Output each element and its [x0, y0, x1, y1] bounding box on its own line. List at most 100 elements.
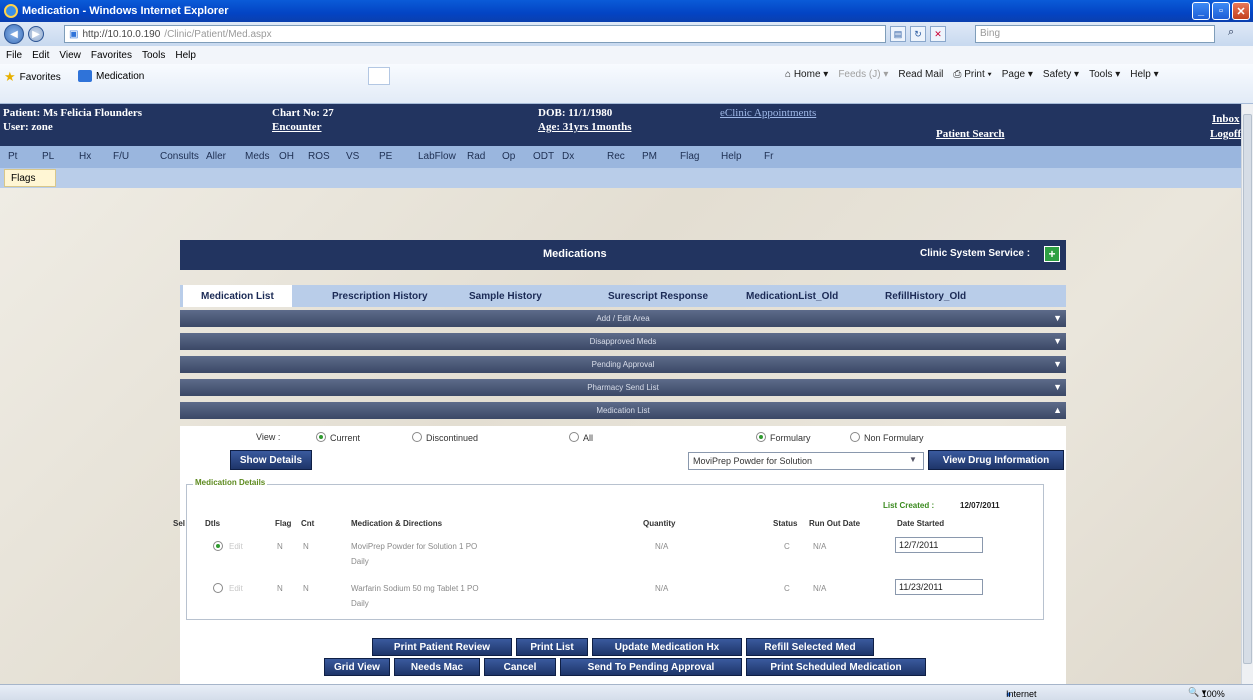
- forward-icon[interactable]: ▶: [28, 26, 44, 42]
- update-medication-hx-button[interactable]: Update Medication Hx: [592, 638, 742, 656]
- patient-search-link[interactable]: Patient Search: [936, 128, 1005, 140]
- tab-prescription-history[interactable]: Prescription History: [332, 291, 428, 302]
- grid-view-button[interactable]: Grid View: [324, 658, 390, 676]
- section-disapproved-meds[interactable]: Disapproved Meds ▼: [180, 333, 1066, 350]
- nav-hx[interactable]: Hx: [79, 151, 91, 162]
- cancel-button[interactable]: Cancel: [484, 658, 556, 676]
- nav-fu[interactable]: F/U: [113, 151, 129, 162]
- read-mail-command[interactable]: Read Mail: [898, 69, 943, 80]
- menu-file[interactable]: File: [6, 50, 22, 61]
- print-list-button[interactable]: Print List: [516, 638, 588, 656]
- refill-selected-med-button[interactable]: Refill Selected Med: [746, 638, 874, 656]
- home-command[interactable]: ⌂ Home ▾: [785, 69, 828, 80]
- nav-pl[interactable]: PL: [42, 151, 54, 162]
- nav-labflow[interactable]: LabFlow: [418, 151, 456, 162]
- browser-tab[interactable]: Medication: [78, 66, 358, 86]
- nav-meds[interactable]: Meds: [245, 151, 269, 162]
- back-icon[interactable]: ◀: [4, 24, 24, 44]
- url-path: /Clinic/Patient/Med.aspx: [164, 28, 272, 40]
- search-icon[interactable]: ⌕: [1228, 26, 1234, 39]
- nav-consults[interactable]: Consults: [160, 151, 199, 162]
- minimize-icon[interactable]: _: [1192, 2, 1210, 20]
- tools-command[interactable]: Tools ▾: [1089, 69, 1120, 80]
- refresh-icon[interactable]: ↻: [910, 26, 926, 42]
- menu-view[interactable]: View: [59, 50, 81, 61]
- nav-pe[interactable]: PE: [379, 151, 392, 162]
- page-command[interactable]: Page ▾: [1002, 69, 1033, 80]
- view-discontinued-radio[interactable]: [412, 432, 422, 442]
- nav-oh[interactable]: OH: [279, 151, 294, 162]
- date-started-field[interactable]: 11/23/2011: [895, 579, 983, 595]
- scrollbar-thumb[interactable]: [1243, 114, 1252, 664]
- date-started-field[interactable]: 12/7/2011: [895, 537, 983, 553]
- section-add-edit-area[interactable]: Add / Edit Area ▼: [180, 310, 1066, 327]
- favorites-button[interactable]: ★ Favorites: [4, 69, 61, 85]
- flags-tab[interactable]: Flags: [4, 169, 56, 187]
- row-edit-link[interactable]: Edit: [229, 584, 243, 593]
- nav-odt[interactable]: ODT: [533, 151, 554, 162]
- nav-aller[interactable]: Aller: [206, 151, 226, 162]
- safety-command[interactable]: Safety ▾: [1043, 69, 1079, 80]
- tab-medication-list[interactable]: Medication List: [183, 285, 292, 307]
- nav-op[interactable]: Op: [502, 151, 515, 162]
- print-scheduled-medication-button[interactable]: Print Scheduled Medication: [746, 658, 926, 676]
- menu-favorites[interactable]: Favorites: [91, 50, 132, 61]
- nav-fr[interactable]: Fr: [764, 151, 773, 162]
- send-to-pending-approval-button[interactable]: Send To Pending Approval: [560, 658, 742, 676]
- help-command[interactable]: Help ▾: [1130, 69, 1158, 80]
- print-command[interactable]: ⎙ Print ▾: [953, 69, 991, 80]
- formulary-radio[interactable]: [756, 432, 766, 442]
- non-formulary-label: Non Formulary: [864, 433, 924, 443]
- view-drug-information-button[interactable]: View Drug Information: [928, 450, 1064, 470]
- stop-icon[interactable]: ✕: [930, 26, 946, 42]
- nav-pm[interactable]: PM: [642, 151, 657, 162]
- logoff-link[interactable]: Logoff: [1210, 128, 1241, 140]
- search-input[interactable]: Bing: [975, 25, 1215, 43]
- encounter-link[interactable]: Encounter: [272, 121, 322, 133]
- drug-select[interactable]: MoviPrep Powder for Solution ▼: [688, 452, 924, 470]
- inbox-link[interactable]: Inbox: [1212, 113, 1240, 125]
- menu-help[interactable]: Help: [175, 50, 196, 61]
- new-tab-button[interactable]: [368, 67, 390, 85]
- row-select-radio[interactable]: [213, 541, 223, 551]
- chevron-down-icon: ▼: [1053, 359, 1062, 369]
- chevron-down-icon: ▼: [909, 455, 917, 464]
- show-details-button[interactable]: Show Details: [230, 450, 312, 470]
- chevron-down-icon: ▼: [1053, 336, 1062, 346]
- close-icon[interactable]: ✕: [1232, 2, 1250, 20]
- nav-rad[interactable]: Rad: [467, 151, 485, 162]
- nav-rec[interactable]: Rec: [607, 151, 625, 162]
- vertical-scrollbar[interactable]: [1241, 104, 1253, 684]
- sub-nav: Flags: [0, 168, 1253, 188]
- tab-surescript-response[interactable]: Surescript Response: [608, 291, 708, 302]
- view-all-radio[interactable]: [569, 432, 579, 442]
- section-pharmacy-send-list[interactable]: Pharmacy Send List ▼: [180, 379, 1066, 396]
- nav-ros[interactable]: ROS: [308, 151, 330, 162]
- needs-mac-button[interactable]: Needs Mac: [394, 658, 480, 676]
- menu-tools[interactable]: Tools: [142, 50, 165, 61]
- zoom-level[interactable]: 🔍 100% ▾: [1188, 687, 1225, 699]
- nav-dx[interactable]: Dx: [562, 151, 574, 162]
- nav-pt[interactable]: Pt: [8, 151, 17, 162]
- nav-vs[interactable]: VS: [346, 151, 359, 162]
- print-patient-review-button[interactable]: Print Patient Review: [372, 638, 512, 656]
- address-input[interactable]: ▣ http://10.10.0.190/Clinic/Patient/Med.…: [64, 25, 886, 43]
- tab-sample-history[interactable]: Sample History: [469, 291, 542, 302]
- row-edit-link[interactable]: Edit: [229, 542, 243, 551]
- favorites-bar: ★ Favorites Medication ⌂ Home ▾ Feeds (J…: [0, 64, 1253, 104]
- view-current-radio[interactable]: [316, 432, 326, 442]
- tab-medicationlist-old[interactable]: MedicationList_Old: [746, 291, 838, 302]
- non-formulary-radio[interactable]: [850, 432, 860, 442]
- section-medication-list[interactable]: Medication List ▲: [180, 402, 1066, 419]
- nav-help[interactable]: Help: [721, 151, 742, 162]
- nav-flag[interactable]: Flag: [680, 151, 699, 162]
- menu-edit[interactable]: Edit: [32, 50, 49, 61]
- eclinic-appointments-link[interactable]: eClinic Appointments: [720, 107, 816, 119]
- tab-refillhistory-old[interactable]: RefillHistory_Old: [885, 291, 966, 302]
- maximize-icon[interactable]: ▫: [1212, 2, 1230, 20]
- row-select-radio[interactable]: [213, 583, 223, 593]
- compatibility-icon[interactable]: ▤: [890, 26, 906, 42]
- add-icon[interactable]: +: [1044, 246, 1060, 262]
- feeds-command[interactable]: Feeds (J) ▾: [838, 69, 888, 80]
- section-pending-approval[interactable]: Pending Approval ▼: [180, 356, 1066, 373]
